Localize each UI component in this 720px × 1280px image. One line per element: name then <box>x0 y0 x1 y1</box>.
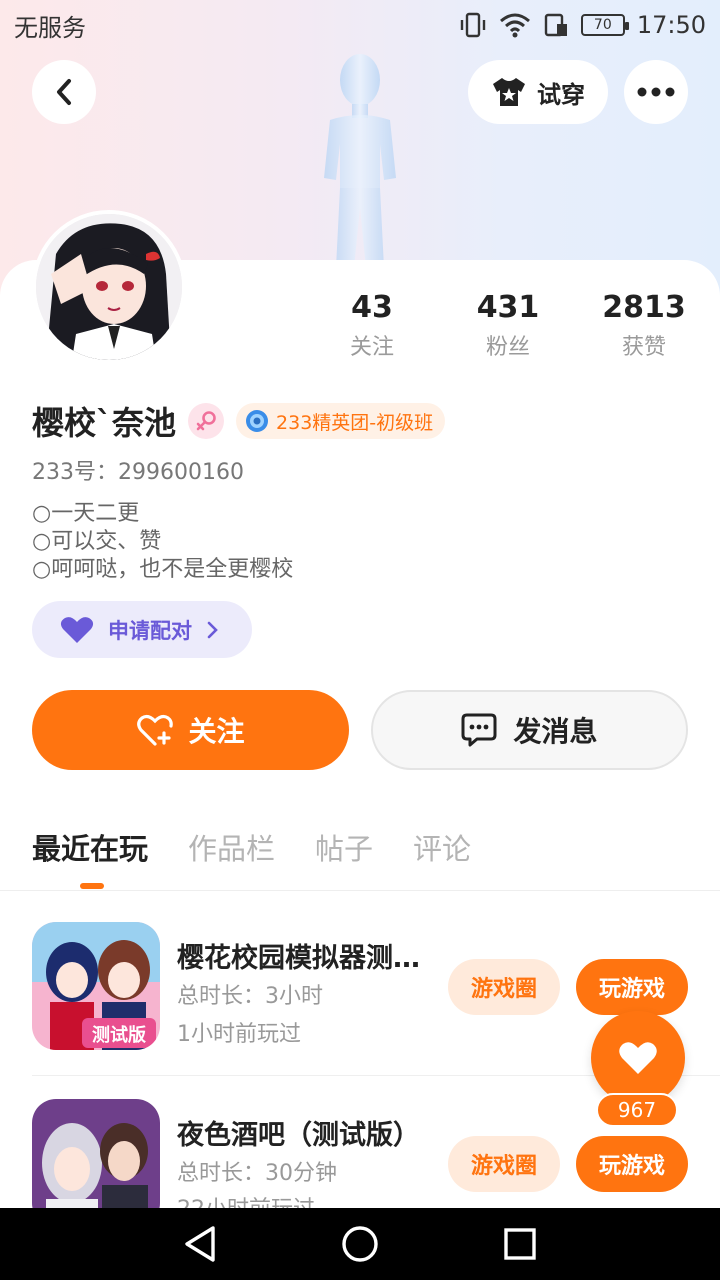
female-gender-icon <box>188 403 225 439</box>
stat-fans[interactable]: 431 粉丝 <box>448 290 568 361</box>
tab-works[interactable]: 作品栏 <box>188 826 275 868</box>
apply-pair-button[interactable]: 申请配对 <box>32 601 252 658</box>
stat-label: 获赞 <box>621 335 666 360</box>
game-last-played: 1小时前玩过 <box>177 1022 301 1047</box>
carrier-text: 无服务 <box>14 13 86 42</box>
nav-back-button[interactable] <box>180 1224 220 1264</box>
system-navigation-bar <box>0 1208 720 1280</box>
stat-value: 2813 <box>602 290 686 325</box>
stat-label: 关注 <box>349 335 394 360</box>
clock-text: 17:50 <box>636 11 706 39</box>
bio-line: ○一天二更 <box>32 501 140 526</box>
play-game-button[interactable]: 玩游戏 <box>576 959 688 1015</box>
heart-icon <box>619 1042 657 1074</box>
circle-home-icon <box>342 1226 378 1262</box>
tshirt-icon <box>493 78 525 106</box>
name-row: 樱校`奈池 233精英团-初级班 <box>32 398 446 444</box>
game-circle-button[interactable]: 游戏圈 <box>448 1136 560 1192</box>
like-count: 967 <box>596 1093 678 1127</box>
stat-following[interactable]: 43 关注 <box>312 290 432 361</box>
back-arrow-icon <box>57 79 71 105</box>
nav-recents-button[interactable] <box>500 1224 540 1264</box>
wifi-icon <box>499 13 530 38</box>
send-message-label: 发消息 <box>513 715 598 748</box>
send-message-button[interactable]: 发消息 <box>371 690 688 770</box>
status-bar: 无服务 70 17:50 <box>0 0 720 50</box>
stats-panel: 43 关注 431 粉丝 2813 获赞 <box>300 290 710 370</box>
username: 樱校`奈池 <box>32 404 177 442</box>
square-recents-icon <box>504 1228 536 1260</box>
game-circle-button[interactable]: 游戏圈 <box>448 959 560 1015</box>
heart-plus-icon <box>137 714 174 746</box>
bio-line: ○可以交、赞 <box>32 529 162 554</box>
tab-comments[interactable]: 评论 <box>413 826 471 868</box>
play-game-button[interactable]: 玩游戏 <box>576 1136 688 1192</box>
content-tabs: 最近在玩 作品栏 帖子 评论 <box>32 826 471 868</box>
game-icon-label: 测试版 <box>92 1024 146 1046</box>
group-badge-label: 233精英团-初级班 <box>276 411 434 434</box>
chat-bubble-icon <box>461 713 497 747</box>
stat-label: 粉丝 <box>485 335 530 360</box>
chevron-right-icon <box>207 621 218 638</box>
tab-recently-played[interactable]: 最近在玩 <box>32 826 148 868</box>
follow-button[interactable]: 关注 <box>32 690 349 770</box>
stat-likes[interactable]: 2813 获赞 <box>584 290 704 361</box>
medal-icon <box>246 410 269 432</box>
tab-posts[interactable]: 帖子 <box>315 826 373 868</box>
group-badge[interactable]: 233精英团-初级班 <box>236 403 446 439</box>
active-tab-indicator <box>80 883 104 889</box>
like-button[interactable] <box>591 1011 685 1105</box>
tryon-label: 试穿 <box>537 80 585 109</box>
triangle-back-icon <box>185 1226 215 1262</box>
follow-label: 关注 <box>188 715 245 748</box>
bio-line: ○呵呵哒，也不是全更樱校 <box>32 557 294 582</box>
more-dots-icon <box>637 87 675 97</box>
stat-value: 431 <box>476 290 540 325</box>
sim-icon <box>544 13 567 37</box>
tabs-divider <box>0 890 720 891</box>
heart-icon <box>60 616 94 643</box>
game-icon: 测试版 <box>32 922 160 1050</box>
avatar-figure-hologram <box>324 54 396 268</box>
nav-home-button[interactable] <box>340 1224 380 1264</box>
user-id: 233号：299600160 <box>32 460 244 485</box>
game-duration: 总时长：3小时 <box>177 984 323 1009</box>
back-button[interactable] <box>32 60 96 124</box>
game-title: 樱花校园模拟器测试版 <box>177 943 427 974</box>
apply-pair-label: 申请配对 <box>108 618 192 643</box>
battery-icon: 70 <box>580 14 629 36</box>
game-title: 夜色酒吧（测试版） <box>177 1120 420 1151</box>
more-button[interactable] <box>624 60 688 124</box>
vibrate-icon <box>460 12 486 38</box>
user-bio: ○一天二更 ○可以交、赞 ○呵呵哒，也不是全更樱校 <box>32 500 293 584</box>
user-avatar[interactable] <box>32 210 186 364</box>
avatar-illustration <box>36 214 182 360</box>
tryon-button[interactable]: 试穿 <box>468 60 608 124</box>
game-duration: 总时长：30分钟 <box>177 1161 337 1186</box>
stat-value: 43 <box>351 290 393 325</box>
